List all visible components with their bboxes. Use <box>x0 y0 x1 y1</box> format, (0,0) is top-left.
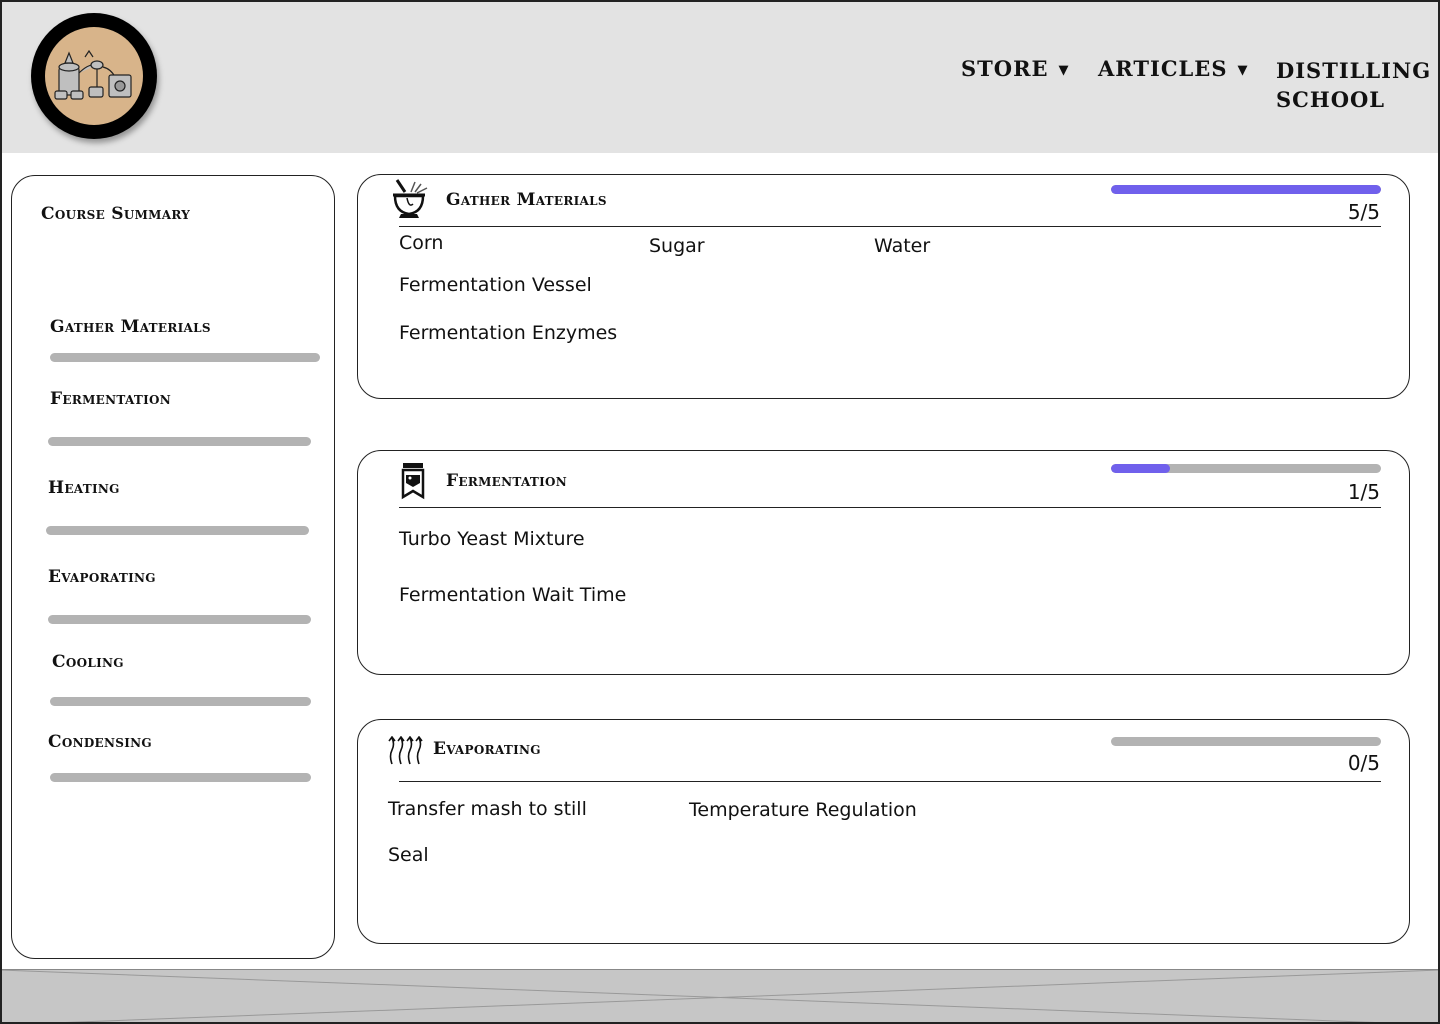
progress-count: 1/5 <box>1347 480 1380 504</box>
sidebar-item-heating[interactable]: Heating <box>48 478 120 498</box>
sidebar-item-gather-materials[interactable]: Gather Materials <box>50 317 211 337</box>
image-placeholder-icon <box>0 970 1440 1024</box>
task-item[interactable]: Fermentation Enzymes <box>399 322 617 344</box>
task-item[interactable]: Fermentation Wait Time <box>399 584 626 606</box>
step-card-fermentation: Fermentation 1/5 Turbo Yeast Mixture Fer… <box>357 450 1410 675</box>
nav-articles[interactable]: ARTICLES ▼ <box>1098 56 1248 81</box>
task-item[interactable]: Fermentation Vessel <box>399 274 592 296</box>
logo-badge <box>45 27 143 125</box>
chevron-down-icon: ▼ <box>1237 63 1249 78</box>
nav-articles-label: ARTICLES <box>1098 56 1228 81</box>
sidebar-progress-cooling <box>50 697 311 706</box>
task-item[interactable]: Sugar <box>649 235 705 257</box>
card-title-evaporating: Evaporating <box>433 739 541 759</box>
nav-store[interactable]: STORE ▼ <box>961 56 1070 81</box>
sidebar-item-evaporating[interactable]: Evaporating <box>48 567 156 587</box>
mortar-pestle-icon <box>393 179 428 218</box>
sidebar-progress-evaporating <box>48 615 311 624</box>
card-title-fermentation: Fermentation <box>446 471 568 491</box>
sidebar-item-cooling[interactable]: Cooling <box>52 652 124 672</box>
distillery-logo[interactable] <box>31 13 157 139</box>
progress-count: 0/5 <box>1347 751 1380 775</box>
footer-placeholder <box>0 969 1440 1024</box>
task-item[interactable]: Corn <box>399 232 443 254</box>
card-title-gather-materials: Gather Materials <box>446 190 607 210</box>
card-divider <box>399 507 1381 508</box>
evaporation-arrows-icon <box>388 736 423 765</box>
sidebar-item-condensing[interactable]: Condensing <box>48 732 152 752</box>
task-item[interactable]: Turbo Yeast Mixture <box>399 528 585 550</box>
nav-distilling-school[interactable]: DISTILLING SCHOOL <box>1276 56 1432 114</box>
task-item[interactable]: Water <box>874 235 930 257</box>
fermentation-jar-icon <box>401 463 425 500</box>
site-header: STORE ▼ ARTICLES ▼ DISTILLING SCHOOL <box>0 0 1440 153</box>
nav-school-line2: SCHOOL <box>1276 87 1386 112</box>
chevron-down-icon: ▼ <box>1058 63 1070 78</box>
course-summary-panel: Course Summary Gather Materials Fermenta… <box>11 175 335 959</box>
task-item[interactable]: Seal <box>388 844 429 866</box>
progress-fill <box>1111 185 1381 194</box>
progress-bar-gather-materials <box>1111 185 1381 194</box>
card-divider <box>399 226 1381 227</box>
sidebar-item-fermentation[interactable]: Fermentation <box>50 389 171 409</box>
course-summary-title: Course Summary <box>41 204 191 224</box>
step-card-evaporating: Evaporating 0/5 Transfer mash to still T… <box>357 719 1410 944</box>
sidebar-progress-condensing <box>50 773 311 782</box>
progress-bar-fermentation <box>1111 464 1381 473</box>
still-equipment-icon <box>54 49 132 100</box>
sidebar-progress-gather-materials <box>50 353 320 362</box>
task-item[interactable]: Temperature Regulation <box>689 799 917 821</box>
progress-count: 5/5 <box>1347 200 1380 224</box>
step-card-gather-materials: Gather Materials 5/5 Corn Sugar Water Fe… <box>357 174 1410 399</box>
nav-store-label: STORE <box>961 56 1049 81</box>
sidebar-progress-fermentation <box>48 437 311 446</box>
sidebar-progress-heating <box>46 526 309 535</box>
task-item[interactable]: Transfer mash to still <box>388 798 587 820</box>
progress-bar-evaporating <box>1111 737 1381 746</box>
card-divider <box>399 781 1381 782</box>
progress-fill <box>1111 464 1171 473</box>
nav-school-line1: DISTILLING <box>1276 58 1432 83</box>
